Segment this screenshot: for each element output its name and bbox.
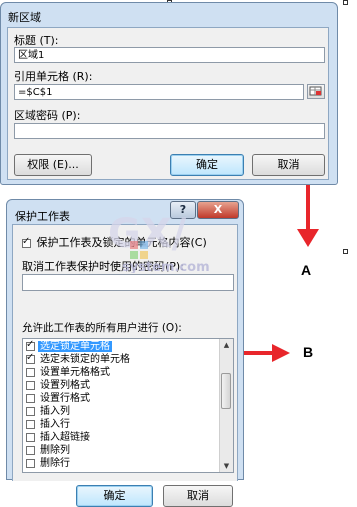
scroll-up-icon[interactable]: ▲ bbox=[220, 339, 233, 351]
permission-label: 设置行格式 bbox=[40, 393, 90, 404]
allow-users-label: 允许此工作表的所有用户进行 (O): bbox=[22, 322, 182, 334]
new-range-dialog: 新区域 标题 (T): 区域1 引用单元格 (R): =$C$1 区域密码 (P… bbox=[0, 2, 338, 185]
protect-checkbox[interactable] bbox=[22, 236, 31, 248]
refers-to-label: 引用单元格 (R): bbox=[14, 70, 93, 83]
collapse-dialog-button[interactable] bbox=[307, 84, 325, 99]
permission-checkbox[interactable] bbox=[26, 406, 35, 416]
permission-checkbox[interactable] bbox=[26, 445, 35, 455]
ok-button[interactable]: 确定 bbox=[76, 485, 153, 507]
permission-item[interactable]: 插入超链接 bbox=[26, 432, 92, 444]
cancel-button[interactable]: 取消 bbox=[252, 154, 325, 176]
unprotect-password-label: 取消工作表保护时使用的密码(P): bbox=[22, 260, 184, 273]
dialog-title: 新区域 bbox=[8, 11, 41, 24]
permission-label: 删除行 bbox=[40, 458, 70, 469]
permission-item[interactable]: 设置行格式 bbox=[26, 393, 92, 405]
permission-label: 插入列 bbox=[40, 406, 70, 417]
dialog-body: 标题 (T): 区域1 引用单元格 (R): =$C$1 区域密码 (P): 权… bbox=[7, 27, 329, 180]
help-button[interactable]: ? bbox=[170, 201, 196, 219]
permission-item[interactable]: 删除行 bbox=[26, 458, 72, 470]
protect-sheet-dialog: 保护工作表 ? X 保护工作表及锁定的单元格内容(C) 取消工作表保护时使用的密… bbox=[6, 199, 244, 507]
close-button[interactable]: X bbox=[197, 201, 239, 219]
permission-item[interactable]: 选定锁定单元格 bbox=[26, 339, 112, 353]
range-select-icon bbox=[309, 86, 322, 96]
title-label: 标题 (T): bbox=[14, 34, 59, 47]
permission-item[interactable]: 删除列 bbox=[26, 445, 72, 457]
selection-handle bbox=[343, 0, 348, 5]
permission-checkbox[interactable] bbox=[26, 458, 35, 468]
arrow-a-icon bbox=[297, 185, 319, 247]
permission-item[interactable]: 设置列格式 bbox=[26, 380, 92, 392]
permission-label: 设置列格式 bbox=[40, 380, 90, 391]
protect-checkbox-row[interactable]: 保护工作表及锁定的单元格内容(C) bbox=[22, 234, 207, 250]
protect-checkbox-label: 保护工作表及锁定的单元格内容(C) bbox=[36, 236, 207, 249]
callout-a: A bbox=[301, 262, 312, 278]
permission-item[interactable]: 插入列 bbox=[26, 406, 72, 418]
permission-label: 插入行 bbox=[40, 419, 70, 430]
list-scrollbar[interactable]: ▲ ▼ bbox=[219, 339, 233, 472]
permission-item[interactable]: 选定未锁定的单元格 bbox=[26, 352, 132, 366]
permission-item[interactable]: 设置单元格格式 bbox=[26, 367, 112, 379]
permissions-list[interactable]: 选定锁定单元格选定未锁定的单元格设置单元格格式设置列格式设置行格式插入列插入行插… bbox=[22, 338, 234, 473]
unprotect-password-field[interactable] bbox=[22, 274, 234, 291]
permission-checkbox[interactable] bbox=[26, 432, 35, 442]
ok-button[interactable]: 确定 bbox=[170, 154, 244, 176]
dialog-body: 保护工作表及锁定的单元格内容(C) 取消工作表保护时使用的密码(P): 允许此工… bbox=[12, 224, 238, 507]
refers-to-field[interactable]: =$C$1 bbox=[14, 84, 304, 100]
selection-handle bbox=[343, 249, 348, 254]
permission-label: 删除列 bbox=[40, 445, 70, 456]
dialog-title: 保护工作表 bbox=[15, 210, 70, 223]
permission-checkbox[interactable] bbox=[26, 352, 35, 364]
permission-checkbox[interactable] bbox=[26, 367, 35, 377]
permission-item[interactable]: 插入行 bbox=[26, 419, 72, 431]
permissions-button[interactable]: 权限 (E)... bbox=[14, 154, 92, 176]
arrow-b-icon bbox=[244, 344, 290, 362]
permission-checkbox[interactable] bbox=[26, 339, 35, 351]
permission-checkbox[interactable] bbox=[26, 419, 35, 429]
range-password-label: 区域密码 (P): bbox=[14, 109, 81, 122]
permission-label: 选定锁定单元格 bbox=[38, 341, 112, 352]
scroll-thumb[interactable] bbox=[221, 373, 231, 409]
permission-checkbox[interactable] bbox=[26, 380, 35, 390]
permission-label: 插入超链接 bbox=[40, 432, 90, 443]
permission-checkbox[interactable] bbox=[26, 393, 35, 403]
cancel-button[interactable]: 取消 bbox=[163, 485, 233, 507]
scroll-down-icon[interactable]: ▼ bbox=[220, 460, 233, 472]
callout-b: B bbox=[303, 344, 314, 360]
title-field[interactable]: 区域1 bbox=[14, 47, 325, 63]
permission-label: 设置单元格格式 bbox=[40, 367, 110, 378]
permission-label: 选定未锁定的单元格 bbox=[40, 354, 130, 365]
range-password-field[interactable] bbox=[14, 123, 325, 139]
